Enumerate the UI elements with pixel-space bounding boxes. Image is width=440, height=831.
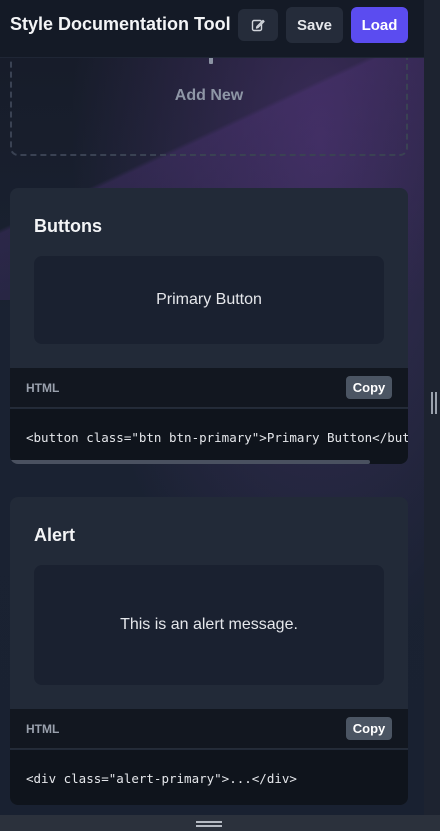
code-block[interactable]: <button class="btn btn-primary">Primary … [10,409,408,464]
app-title: Style Documentation Tool [10,14,231,34]
app-header: Style Documentation Tool Save Load [0,0,424,58]
add-new-label: Add New [174,87,244,104]
code-text: <div class="alert-primary">...</div> [26,771,297,786]
load-button[interactable]: Load [351,7,408,43]
card-title: Buttons [34,216,102,236]
code-block[interactable]: <div class="alert-primary">...</div> [10,750,408,805]
code-header: HTML Copy [10,709,408,749]
edit-icon [251,19,265,32]
component-preview: Primary Button [34,256,384,344]
copy-button[interactable]: Copy [346,717,392,740]
app-window: Add New Buttons Primary Button HTML Copy… [0,0,424,815]
code-language-label: HTML [26,381,60,395]
copy-button[interactable]: Copy [346,376,392,399]
code-language-label: HTML [26,722,60,736]
preview-text: Primary Button [156,291,262,308]
vertical-resize-handle[interactable] [431,392,437,414]
horizontal-resize-handle[interactable] [196,821,222,827]
edit-button[interactable] [238,9,278,41]
component-card-buttons: Buttons Primary Button HTML Copy <button… [10,188,408,464]
preview-text: This is an alert message. [120,616,298,633]
save-button[interactable]: Save [286,7,343,43]
code-text: <button class="btn btn-primary">Primary … [26,430,408,445]
component-preview: This is an alert message. [34,565,384,685]
component-card-alert: Alert This is an alert message. HTML Cop… [10,497,408,805]
card-title: Alert [34,525,76,545]
code-header: HTML Copy [10,368,408,408]
horizontal-scrollbar[interactable] [10,460,370,464]
